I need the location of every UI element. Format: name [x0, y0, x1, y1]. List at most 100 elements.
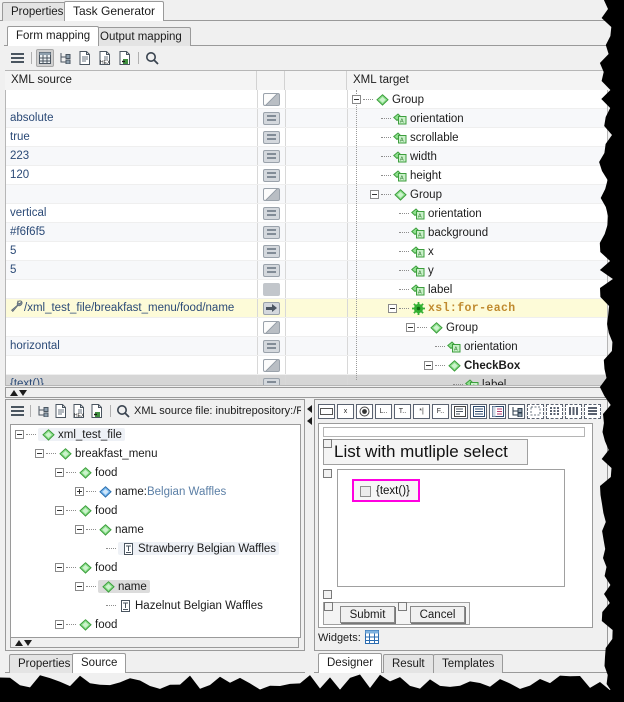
textfield-widget-icon[interactable] — [318, 403, 335, 419]
mapping-target-cell[interactable]: xsl:for-each — [348, 299, 607, 317]
mapping-row[interactable]: CheckBox — [6, 356, 607, 375]
target-tree-node[interactable]: Aorientation — [348, 204, 607, 222]
mapping-target-cell[interactable]: Group — [348, 185, 607, 203]
label-widget-icon[interactable]: L.. — [375, 403, 392, 419]
mapping-node-icon[interactable] — [263, 130, 280, 144]
target-tree-node[interactable]: Aheight — [348, 166, 607, 184]
tab-task-generator[interactable]: Task Generator — [64, 1, 165, 21]
target-tree-node[interactable]: Aorientation — [348, 109, 607, 127]
mapping-link-cell[interactable] — [258, 242, 286, 260]
file-widget-icon[interactable]: F.. — [432, 403, 449, 419]
search-icon[interactable] — [143, 49, 161, 67]
mapping-node-icon[interactable] — [263, 263, 280, 277]
source-panel-splitter[interactable] — [10, 637, 299, 648]
filler-handle[interactable] — [323, 590, 332, 599]
target-tree-node[interactable]: xsl:for-each — [348, 299, 607, 317]
collapse-icon[interactable] — [55, 563, 64, 572]
mapping-source-cell[interactable] — [6, 280, 258, 298]
mapping-link-cell[interactable] — [258, 109, 286, 127]
mapping-source-cell[interactable]: 5 — [6, 242, 258, 260]
target-tree-node[interactable]: Abackground — [348, 223, 607, 241]
mapping-node-icon[interactable] — [263, 377, 280, 385]
checkbox-icon[interactable] — [360, 486, 371, 497]
target-tree-node[interactable]: Group — [348, 90, 607, 108]
mapping-source-cell[interactable]: /xml_test_file/breakfast_menu/food/name — [6, 299, 258, 317]
mapping-link-cell[interactable] — [258, 204, 286, 222]
mapping-target-cell[interactable]: Alabel — [348, 280, 607, 298]
mapping-row[interactable]: horizontal Aorientation — [6, 337, 607, 356]
group-dashed-icon[interactable] — [527, 403, 544, 419]
xml-tree-row[interactable]: Strawberry Belgian Waffles — [11, 539, 300, 558]
table-widget-icon[interactable] — [489, 403, 506, 419]
tab-templates[interactable]: Templates — [433, 654, 504, 673]
collapse-icon[interactable] — [55, 620, 64, 629]
mapping-target-cell[interactable]: Ay — [348, 261, 607, 279]
list-widget-icon[interactable] — [470, 403, 487, 419]
tree-widget-icon[interactable] — [508, 403, 525, 419]
mapping-row[interactable]: 223 Awidth — [6, 147, 607, 166]
tree-view-icon[interactable] — [35, 402, 51, 420]
xml-tree-row[interactable]: food — [11, 463, 300, 482]
xml-tree-node[interactable]: food — [78, 504, 117, 517]
mapping-link-cell[interactable] — [258, 185, 286, 203]
mapping-table-body[interactable]: Group absolute Aorientation true Ascrollable… — [5, 90, 608, 386]
tab-properties[interactable]: Properties — [2, 2, 73, 21]
collapse-icon[interactable] — [352, 95, 361, 104]
target-tree-node[interactable]: Group — [348, 185, 607, 203]
mapping-target-cell[interactable]: Group — [348, 90, 607, 108]
mapping-link-cell[interactable] — [258, 318, 286, 336]
collapse-icon[interactable] — [406, 323, 415, 332]
form-checkbox-item-widget[interactable]: {text()} — [352, 479, 420, 502]
form-button-bar-widget[interactable]: Submit Cancel — [323, 602, 470, 625]
mapping-link-cell[interactable] — [258, 299, 286, 317]
collapse-icon[interactable] — [15, 430, 24, 439]
collapse-icon[interactable] — [75, 525, 84, 534]
source-splitter-down-arrow[interactable] — [24, 639, 32, 646]
mapping-source-cell[interactable] — [6, 185, 258, 203]
mapping-node-icon[interactable] — [263, 206, 280, 220]
target-tree-node[interactable]: Aorientation — [348, 337, 607, 355]
mapping-node-icon[interactable] — [263, 358, 280, 372]
splitter-down-arrow[interactable] — [19, 389, 27, 396]
mapping-target-cell[interactable]: Abackground — [348, 223, 607, 241]
mapping-source-cell[interactable]: 223 — [6, 147, 258, 165]
mapping-row[interactable]: {text()} Alabel — [6, 375, 607, 385]
mapping-source-cell[interactable] — [6, 356, 258, 374]
mapping-target-cell[interactable]: Alabel — [348, 375, 607, 385]
target-tree-node[interactable]: CheckBox — [348, 356, 607, 374]
collapse-icon[interactable] — [75, 582, 84, 591]
target-tree-node[interactable]: Ay — [348, 261, 607, 279]
mapping-row[interactable]: Group — [6, 318, 607, 337]
collapse-icon[interactable] — [55, 506, 64, 515]
mapping-link-cell[interactable] — [258, 128, 286, 146]
tab-output-mapping[interactable]: Output mapping — [91, 27, 191, 46]
mapping-source-cell[interactable]: true — [6, 128, 258, 146]
xml-tree-row[interactable]: name — [11, 520, 300, 539]
tab-properties-bottom[interactable]: Properties — [9, 654, 80, 673]
form-title-widget[interactable]: List with mutliple select — [323, 439, 528, 465]
tab-result[interactable]: Result — [383, 654, 434, 673]
resize-handle[interactable] — [398, 602, 407, 611]
mapping-node-icon[interactable] — [263, 111, 280, 125]
xml-tree-node[interactable]: Hazelnut Belgian Waffles — [118, 599, 263, 612]
mapping-source-cell[interactable]: horizontal — [6, 337, 258, 355]
radiobutton-widget-icon[interactable] — [356, 403, 373, 419]
mapping-row[interactable]: vertical Aorientation — [6, 204, 607, 223]
form-top-strip[interactable] — [323, 427, 585, 437]
xml-tree-row[interactable]: name — [11, 577, 300, 596]
xml-tree-row[interactable]: breakfast_menu — [11, 444, 300, 463]
xml-tree-row[interactable]: food — [11, 501, 300, 520]
columns-dashed-icon[interactable] — [565, 403, 582, 419]
mapping-source-cell[interactable]: vertical — [6, 204, 258, 222]
target-tree-node[interactable]: Alabel — [348, 375, 607, 385]
vsplitter-right-arrow[interactable] — [307, 417, 312, 425]
submit-button[interactable]: Submit — [340, 606, 395, 623]
target-tree-node[interactable]: Ascrollable — [348, 128, 607, 146]
mapping-link-cell[interactable] — [258, 90, 286, 108]
collapse-icon[interactable] — [35, 449, 44, 458]
mapping-node-icon[interactable] — [263, 282, 280, 296]
horizontal-splitter[interactable] — [5, 387, 608, 398]
mapping-source-cell[interactable] — [6, 90, 258, 108]
mapping-source-cell[interactable]: 120 — [6, 166, 258, 184]
mapping-node-icon[interactable] — [263, 187, 280, 201]
